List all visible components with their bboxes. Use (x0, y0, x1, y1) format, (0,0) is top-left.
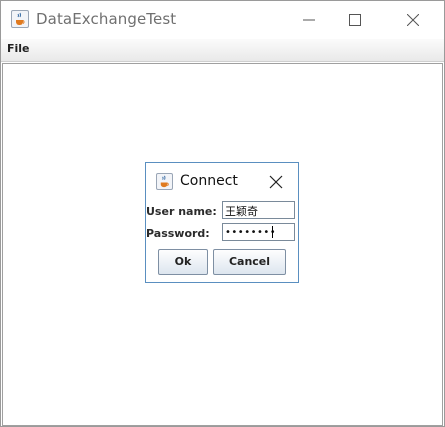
minimize-button[interactable] (286, 1, 332, 39)
connect-dialog: Connect User name: 王颖奇 Password: •••••••… (145, 162, 299, 283)
menu-file[interactable]: File (7, 42, 30, 55)
password-value: •••••••• (225, 227, 277, 238)
close-icon (407, 14, 419, 26)
main-window: DataExchangeTest File Connect User name:… (0, 0, 445, 427)
maximize-button[interactable] (332, 1, 378, 39)
username-value: 王颖奇 (225, 205, 258, 218)
cancel-button[interactable]: Cancel (213, 249, 286, 275)
window-titlebar[interactable]: DataExchangeTest (1, 1, 444, 39)
password-field[interactable]: •••••••• (222, 223, 295, 241)
ok-button[interactable]: Ok (158, 249, 208, 275)
dialog-title: Connect (180, 173, 238, 189)
window-title: DataExchangeTest (36, 10, 177, 28)
close-button[interactable] (390, 1, 436, 39)
close-icon (269, 175, 283, 189)
username-label: User name: (146, 205, 217, 218)
text-caret (272, 226, 273, 238)
username-field[interactable]: 王颖奇 (222, 201, 295, 219)
maximize-icon (349, 14, 361, 26)
minimize-icon (303, 19, 315, 21)
password-label: Password: (146, 227, 210, 240)
menubar: File (1, 39, 444, 62)
dialog-titlebar[interactable]: Connect (146, 163, 298, 197)
java-cup-icon (156, 173, 173, 190)
dialog-close-button[interactable] (265, 172, 287, 192)
java-cup-icon (11, 10, 29, 28)
